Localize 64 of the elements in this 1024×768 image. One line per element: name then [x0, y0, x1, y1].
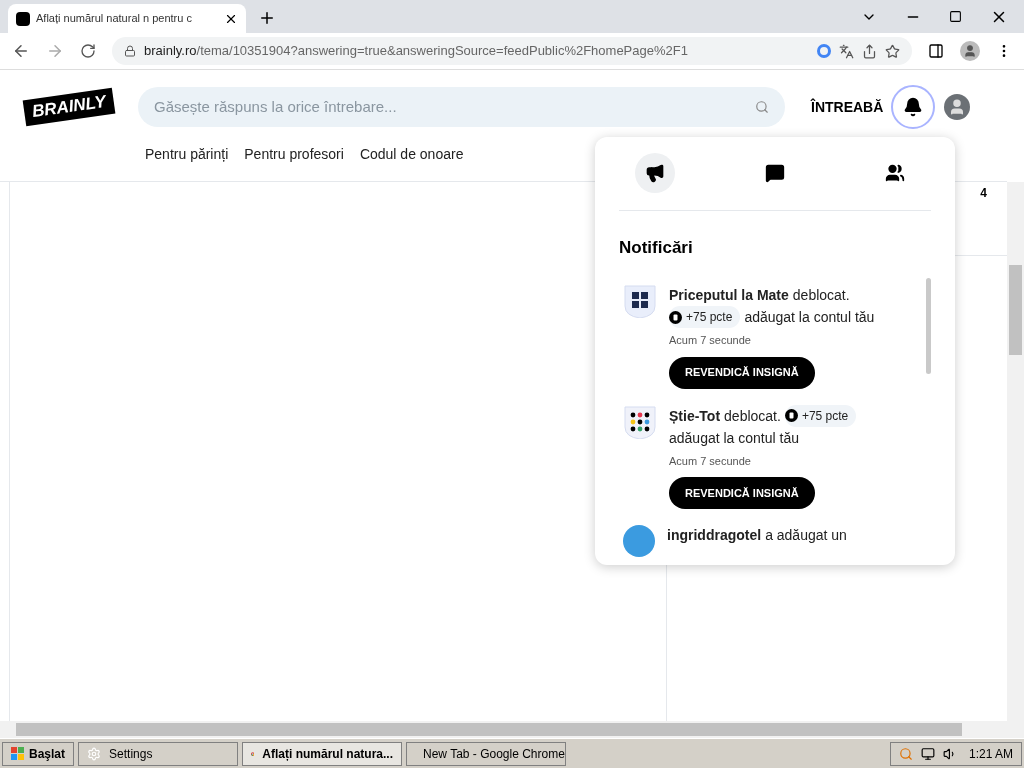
tab-title: Aflați numărul natural n pentru c — [36, 11, 193, 27]
notification-text: adăugat la contul tău — [744, 308, 875, 327]
side-panel-icon[interactable] — [928, 43, 944, 59]
notification-text: adăugat la contul tău — [669, 428, 799, 448]
horizontal-scrollbar[interactable] — [0, 721, 1024, 738]
clock: 1:21 AM — [968, 745, 1013, 763]
search-icon[interactable] — [755, 100, 769, 114]
taskbar-button[interactable]: Settings — [78, 741, 239, 766]
gear-icon — [87, 746, 102, 761]
address-bar[interactable]: brainly.ro/tema/10351904?answering=true&answeringSource=feedPublic%2FhomePage%2F1 — [112, 37, 912, 65]
points-tag: +75 pcte — [669, 306, 741, 328]
lock-icon — [124, 45, 136, 57]
badge-icon — [623, 404, 657, 439]
profile-icon[interactable] — [960, 41, 980, 61]
nav-link[interactable]: Codul de onoare — [359, 144, 464, 165]
bell-icon — [903, 97, 924, 117]
notification-text: a adăugat un — [765, 526, 847, 545]
notification-title: ingriddragotel — [667, 526, 762, 545]
notification-time: Acum 7 secunde — [669, 453, 752, 469]
panel-title: Notificări — [619, 236, 694, 259]
points-icon — [669, 310, 682, 324]
translate-icon[interactable] — [839, 43, 854, 59]
notifications-button[interactable] — [891, 85, 936, 129]
claim-badge-button[interactable]: REVENDICĂ INSIGNĂ — [669, 477, 815, 509]
notification-title: Știe-Tot — [669, 406, 721, 426]
badge-icon — [623, 284, 657, 318]
nav-link[interactable]: Pentru profesori — [244, 144, 344, 165]
back-icon[interactable] — [12, 42, 30, 60]
browser-tab[interactable]: Aflați numărul natural n pentru c — [8, 4, 246, 33]
search-placeholder: Găsește răspuns la orice întrebare... — [154, 96, 398, 117]
avatar-icon — [623, 525, 655, 557]
chat-icon — [765, 163, 785, 184]
count-text: 4 — [980, 185, 987, 202]
vertical-scrollbar[interactable] — [1007, 182, 1024, 721]
reload-icon[interactable] — [80, 43, 96, 59]
panel-tab[interactable] — [635, 153, 675, 194]
nav-link[interactable]: Pentru părinți — [145, 144, 229, 165]
brainly-logo[interactable]: BRAINLY — [22, 88, 116, 126]
share-icon[interactable] — [862, 43, 877, 59]
network-icon[interactable] — [920, 746, 935, 761]
claim-badge-button[interactable]: REVENDICĂ INSIGNĂ — [669, 356, 815, 389]
bookmark-icon[interactable] — [885, 43, 900, 59]
ask-link[interactable]: ÎNTREABĂ — [811, 96, 884, 118]
notification-title: Priceputul la Mate — [669, 286, 789, 305]
notification-text: deblocat. — [792, 286, 850, 305]
maximize-icon[interactable] — [949, 10, 962, 23]
taskbar-button[interactable]: Aflați numărul natura... — [242, 741, 403, 766]
person-icon — [963, 44, 977, 58]
megaphone-icon — [645, 163, 665, 184]
points-icon — [784, 409, 798, 422]
people-icon — [885, 163, 905, 184]
points-tag: +75 pcte — [784, 404, 857, 427]
windows-logo-icon — [11, 746, 25, 761]
user-avatar[interactable] — [944, 94, 971, 120]
notification-text: deblocat. — [724, 406, 781, 426]
panel-scrollbar[interactable] — [926, 278, 931, 374]
taskbar-button[interactable]: New Tab - Google Chrome — [406, 741, 567, 766]
scrollbar-thumb[interactable] — [1009, 265, 1022, 355]
site-icon — [16, 11, 30, 26]
notification-time: Acum 7 secunde — [669, 333, 752, 348]
new-tab-icon[interactable] — [258, 9, 276, 27]
scrollbar-thumb[interactable] — [16, 723, 962, 736]
start-button[interactable]: Başlat — [2, 741, 75, 766]
url-text: brainly.ro/tema/10351904?answering=true&answeringSource=feedPublic%2FhomePage%2F1 — [144, 42, 688, 61]
